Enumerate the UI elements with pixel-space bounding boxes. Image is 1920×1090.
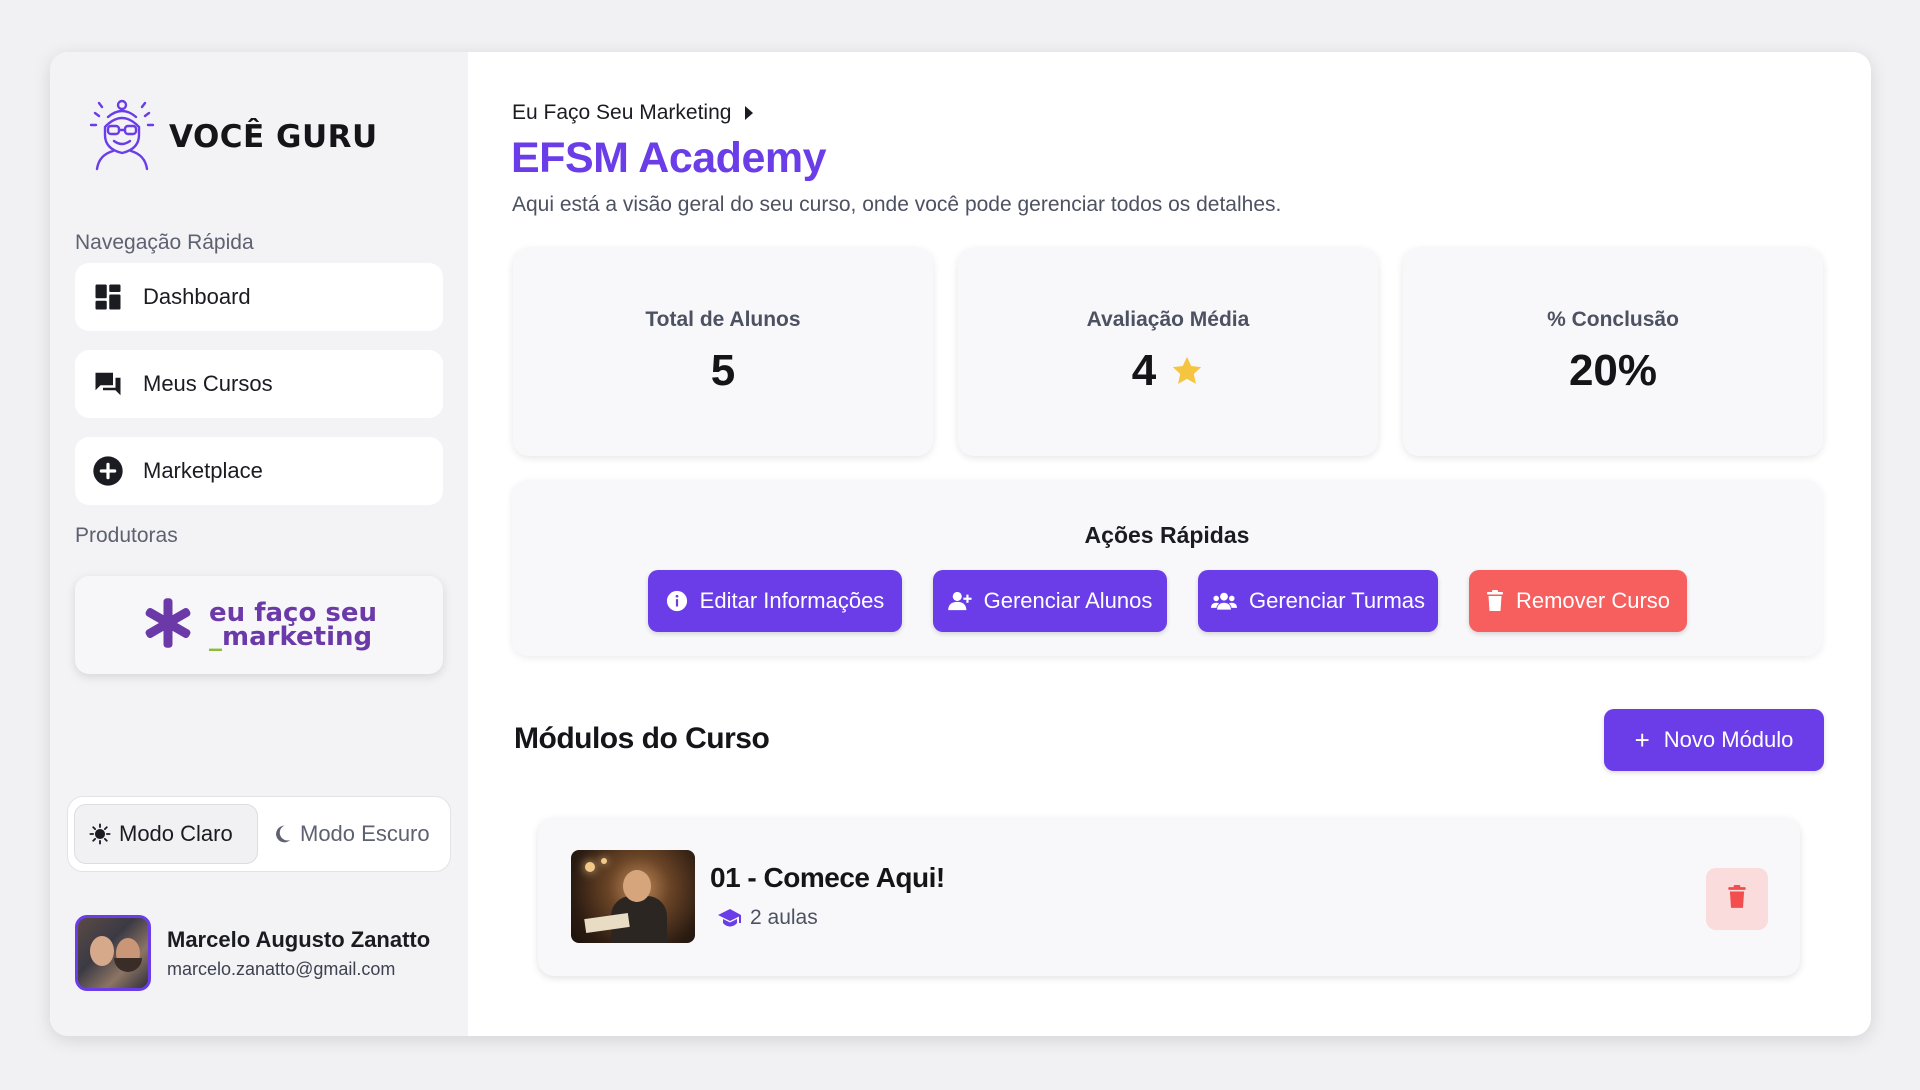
stat-number: 4 [1131,346,1157,395]
lessons-count: 2 aulas [750,906,818,929]
producer-logo-text: eu faço seu _marketing [209,600,377,652]
producer-card[interactable]: eu faço seu _marketing [75,576,443,674]
quick-actions-panel: Ações Rápidas Editar Informações Gerenci… [512,480,1822,656]
star-icon [1170,354,1204,388]
graduation-cap-icon [718,908,742,928]
module-title: 01 - Comece Aqui! [710,862,945,893]
page-title: EFSM Academy [511,134,827,182]
producer-line-2-text: marketing [222,622,373,652]
nav-section-label: Navegação Rápida [75,231,254,254]
stat-card-total-alunos: Total de Alunos 5 [513,248,933,456]
stat-label: Total de Alunos [645,308,801,331]
module-thumbnail [571,850,695,943]
user-plus-icon [947,591,972,611]
trash-icon [1727,884,1747,914]
sidebar-item-label: Marketplace [143,458,263,483]
chat-bubbles-icon [91,367,125,401]
stat-label: % Conclusão [1547,308,1679,331]
main-content: Eu Faço Seu Marketing EFSM Academy Aqui … [468,52,1871,1036]
stat-value: 5 [513,346,933,396]
remove-course-button[interactable]: Remover Curso [1469,570,1687,632]
app-window: VOCÊ GURU Navegação Rápida Dashboard Meu… [50,52,1871,1036]
brand-name: VOCÊ GURU [169,118,378,155]
producer-dash: _ [209,622,222,652]
light-mode-label: Modo Claro [119,821,233,846]
user-email: marcelo.zanatto@gmail.com [167,958,396,979]
stat-value: 20% [1403,346,1823,396]
quick-actions-title: Ações Rápidas [1084,522,1250,548]
trash-icon [1486,590,1504,612]
avatar [75,915,151,991]
moon-icon [272,823,292,845]
sidebar-item-meus-cursos[interactable]: Meus Cursos [75,350,443,418]
sidebar-item-dashboard[interactable]: Dashboard [75,263,443,331]
manage-students-button[interactable]: Gerenciar Alunos [933,570,1167,632]
new-module-button[interactable]: + Novo Módulo [1604,709,1824,771]
dashboard-icon [91,280,125,314]
stat-number: 20% [1568,346,1658,395]
caret-right-icon [745,106,754,120]
guru-mascot-icon [85,97,159,176]
page-subtitle: Aqui está a visão geral do seu curso, on… [512,193,1282,216]
button-label: Novo Módulo [1663,727,1794,752]
sidebar-item-label: Meus Cursos [143,371,273,396]
producers-section-label: Produtoras [75,524,178,547]
button-label: Editar Informações [699,588,885,613]
user-name: Marcelo Augusto Zanatto [167,926,431,952]
modules-section-title: Módulos do Curso [514,722,770,755]
dark-mode-button[interactable]: Modo Escuro [258,804,444,864]
producer-line-2: _marketing [209,622,377,652]
breadcrumb[interactable]: Eu Faço Seu Marketing [512,101,754,125]
plus-icon: + [1634,724,1650,755]
sidebar-item-label: Dashboard [143,284,251,309]
users-group-icon [1210,592,1237,610]
plus-circle-icon [91,454,125,488]
dark-mode-label: Modo Escuro [300,821,430,846]
module-card[interactable]: 01 - Comece Aqui! 2 aulas [538,818,1800,976]
module-lessons: 2 aulas [718,906,818,930]
sidebar-item-marketplace[interactable]: Marketplace [75,437,443,505]
theme-toggle: Modo Claro Modo Escuro [67,796,451,872]
asterisk-logo-icon [141,596,195,655]
sun-icon [89,823,111,845]
info-icon [666,590,688,612]
stat-card-conclusao: % Conclusão 20% [1403,248,1823,456]
button-label: Remover Curso [1515,588,1671,613]
button-label: Gerenciar Alunos [983,588,1153,613]
stat-value: 4 [958,346,1378,396]
stat-card-avaliacao-media: Avaliação Média 4 [958,248,1378,456]
user-profile[interactable]: Marcelo Augusto Zanatto marcelo.zanatto@… [75,915,430,991]
light-mode-button[interactable]: Modo Claro [74,804,258,864]
stat-label: Avaliação Média [1086,308,1250,331]
stat-number: 5 [710,346,736,395]
manage-classes-button[interactable]: Gerenciar Turmas [1198,570,1438,632]
sidebar: VOCÊ GURU Navegação Rápida Dashboard Meu… [50,52,468,1036]
edit-info-button[interactable]: Editar Informações [648,570,902,632]
delete-module-button[interactable] [1706,868,1768,930]
brand-logo[interactable]: VOCÊ GURU [85,97,378,176]
breadcrumb-item: Eu Faço Seu Marketing [512,101,732,124]
button-label: Gerenciar Turmas [1248,588,1426,613]
